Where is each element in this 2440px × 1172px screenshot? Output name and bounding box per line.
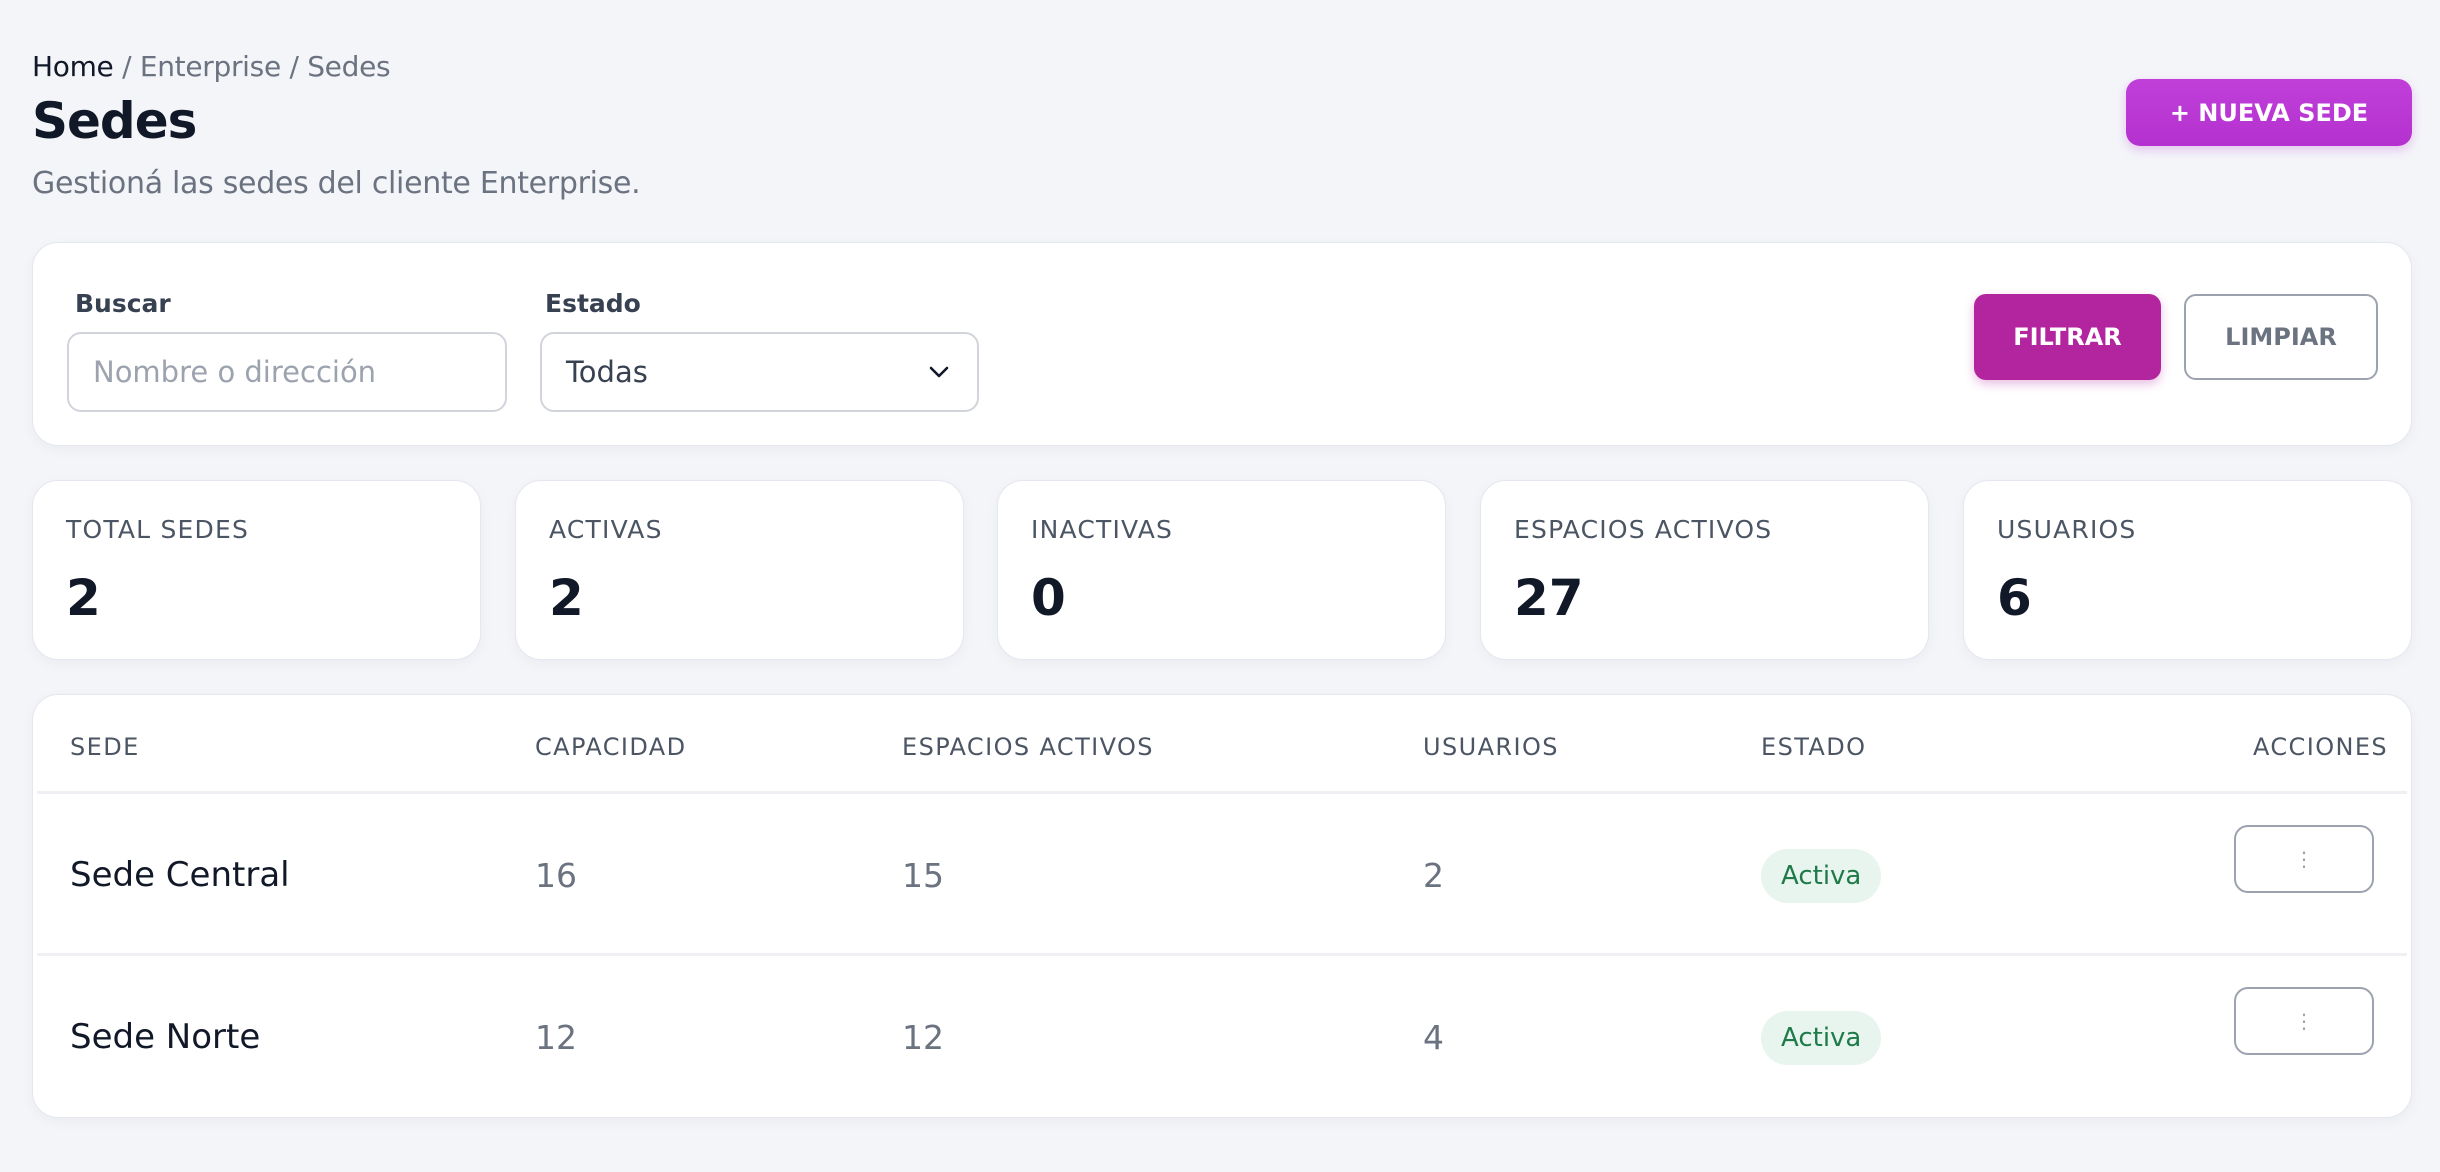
status-select-value: Todas (566, 355, 648, 389)
column-header-acciones: ACCIONES (2253, 733, 2389, 761)
stat-card-espacios-activos: ESPACIOS ACTIVOS 27 (1480, 480, 1929, 660)
column-header-capacidad[interactable]: CAPACIDAD (535, 733, 687, 761)
page-subtitle: Gestioná las sedes del cliente Enterpris… (32, 166, 641, 201)
clear-button[interactable]: LIMPIAR (2184, 294, 2378, 380)
status-badge: Activa (1761, 1011, 1882, 1065)
cell-usuarios: 2 (1423, 856, 1444, 895)
stat-value: 27 (1514, 569, 1584, 627)
cell-sede[interactable]: Sede Central (70, 855, 290, 895)
more-vertical-icon: ⋮ (2294, 1009, 2314, 1033)
cell-usuarios: 4 (1423, 1018, 1444, 1057)
stat-value: 2 (66, 569, 101, 627)
stat-card-total-sedes: TOTAL SEDES 2 (32, 480, 481, 660)
row-divider (37, 791, 2407, 794)
column-header-espacios-activos[interactable]: ESPACIOS ACTIVOS (902, 733, 1154, 761)
filter-panel: Buscar Nombre o dirección Estado Todas F… (32, 242, 2412, 446)
column-header-sede[interactable]: SEDE (70, 733, 140, 761)
cell-capacidad: 12 (535, 1018, 577, 1057)
filter-button[interactable]: FILTRAR (1974, 294, 2161, 380)
more-vertical-icon: ⋮ (2294, 847, 2314, 871)
status-badge: Activa (1761, 849, 1882, 903)
stat-card-inactivas: INACTIVAS 0 (997, 480, 1446, 660)
breadcrumb-home-link[interactable]: Home (32, 50, 114, 83)
new-sede-button[interactable]: + NUEVA SEDE (2126, 79, 2412, 146)
stat-card-activas: ACTIVAS 2 (515, 480, 964, 660)
stat-card-usuarios: USUARIOS 6 (1963, 480, 2412, 660)
cell-sede[interactable]: Sede Norte (70, 1017, 260, 1057)
column-header-usuarios[interactable]: USUARIOS (1423, 733, 1559, 761)
stat-label: ESPACIOS ACTIVOS (1514, 515, 1773, 544)
stat-label: INACTIVAS (1031, 515, 1174, 544)
stat-label: TOTAL SEDES (66, 515, 250, 544)
row-actions-button[interactable]: ⋮ (2234, 987, 2374, 1055)
breadcrumb-trail: / Enterprise / Sedes (113, 50, 391, 83)
stat-label: ACTIVAS (549, 515, 663, 544)
chevron-down-icon (929, 366, 949, 378)
search-label: Buscar (75, 289, 171, 318)
column-header-estado[interactable]: ESTADO (1761, 733, 1866, 761)
row-divider (37, 953, 2407, 956)
search-placeholder: Nombre o dirección (93, 355, 377, 389)
status-select[interactable]: Todas (540, 332, 979, 412)
breadcrumb: Home / Enterprise / Sedes (32, 50, 391, 83)
stat-value: 6 (1997, 569, 2032, 627)
row-actions-button[interactable]: ⋮ (2234, 825, 2374, 893)
cell-capacidad: 16 (535, 856, 577, 895)
stat-label: USUARIOS (1997, 515, 2137, 544)
cell-espacios: 12 (902, 1018, 944, 1057)
cell-espacios: 15 (902, 856, 944, 895)
stat-value: 0 (1031, 569, 1066, 627)
sedes-table: SEDE CAPACIDAD ESPACIOS ACTIVOS USUARIOS… (32, 694, 2412, 1118)
search-input[interactable]: Nombre o dirección (67, 332, 507, 412)
page-title: Sedes (32, 92, 197, 150)
stat-value: 2 (549, 569, 584, 627)
status-label: Estado (545, 289, 641, 318)
